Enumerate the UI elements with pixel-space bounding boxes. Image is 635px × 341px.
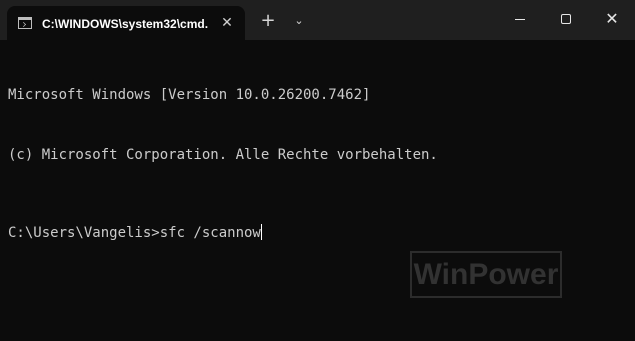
winpower-watermark: WinPower: [410, 251, 562, 298]
tab-close-icon[interactable]: ✕: [218, 14, 236, 32]
terminal-line-copyright: (c) Microsoft Corporation. Alle Rechte v…: [8, 147, 438, 163]
command-text[interactable]: sfc /scannow: [160, 225, 261, 241]
close-button[interactable]: ✕: [589, 0, 635, 40]
terminal-line-version: Microsoft Windows [Version 10.0.26200.74…: [8, 87, 371, 103]
close-icon: ✕: [605, 9, 619, 28]
terminal-window: C:\WINDOWS\system32\cmd. ✕ + ⌄ ✕ Microso…: [0, 0, 635, 341]
command-line[interactable]: C:\Users\Vangelis>sfc /scannow: [8, 223, 628, 243]
minimize-icon: [515, 19, 525, 20]
maximize-button[interactable]: [543, 0, 589, 40]
tab-cmd[interactable]: C:\WINDOWS\system32\cmd. ✕: [7, 6, 245, 40]
text-cursor: [260, 224, 262, 240]
maximize-icon: [561, 14, 571, 24]
prompt-text: C:\Users\Vangelis>: [8, 225, 160, 241]
title-bar[interactable]: C:\WINDOWS\system32\cmd. ✕ + ⌄ ✕: [0, 0, 635, 40]
minimize-button[interactable]: [497, 0, 543, 40]
cmd-icon: [18, 17, 32, 29]
tab-title: C:\WINDOWS\system32\cmd.: [42, 17, 209, 31]
chevron-down-icon[interactable]: ⌄: [290, 12, 308, 30]
plus-icon[interactable]: +: [258, 11, 278, 31]
